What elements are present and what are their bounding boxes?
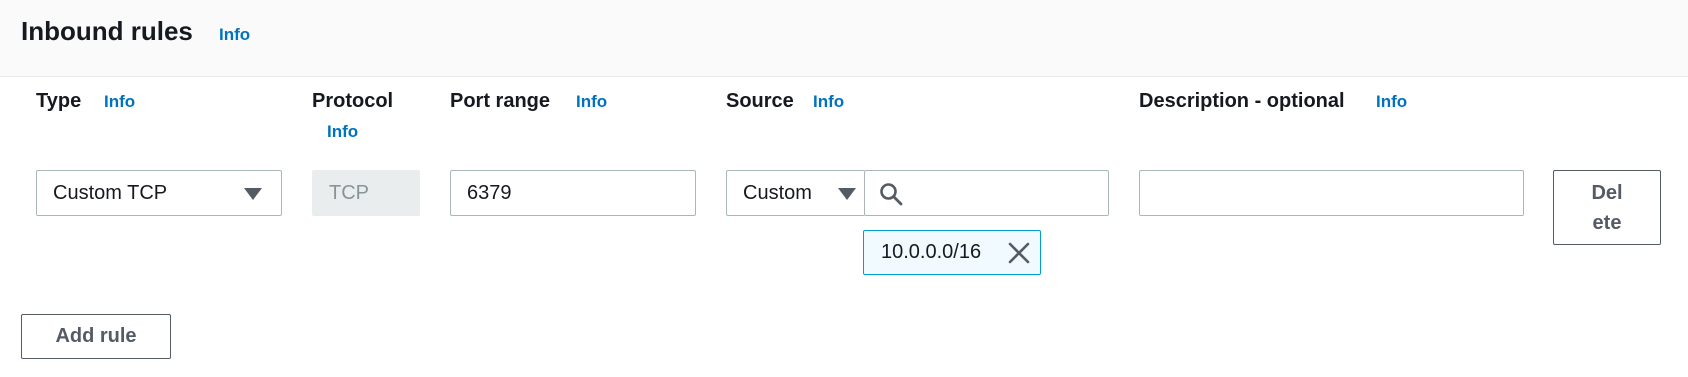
port-range-value: 6379 bbox=[467, 181, 512, 204]
source-search-input[interactable] bbox=[864, 170, 1109, 216]
description-info-link[interactable]: Info bbox=[1376, 92, 1407, 112]
port-range-column-label: Port range bbox=[450, 90, 551, 112]
source-column-label: Source bbox=[726, 90, 794, 112]
caret-down-icon bbox=[838, 188, 856, 200]
type-column-label: Type bbox=[36, 90, 82, 112]
source-token-label: 10.0.0.0/16 bbox=[881, 241, 982, 263]
add-rule-button-label: Add rule bbox=[55, 325, 137, 347]
header-info-link[interactable]: Info bbox=[219, 25, 250, 45]
protocol-field: TCP bbox=[312, 170, 420, 216]
close-icon[interactable] bbox=[1008, 242, 1030, 264]
source-info-link[interactable]: Info bbox=[813, 92, 844, 112]
delete-button-label-line1: Del bbox=[1591, 181, 1623, 204]
delete-button[interactable]: Del ete bbox=[1553, 170, 1661, 245]
source-mode-select[interactable]: Custom bbox=[726, 170, 865, 216]
panel-title: Inbound rules bbox=[21, 16, 193, 46]
delete-button-label-line2: ete bbox=[1592, 211, 1622, 234]
protocol-column-label: Protocol bbox=[312, 90, 394, 112]
type-info-link[interactable]: Info bbox=[104, 92, 135, 112]
port-range-info-link[interactable]: Info bbox=[576, 92, 607, 112]
type-select-value: Custom TCP bbox=[53, 181, 168, 204]
caret-down-icon bbox=[244, 188, 262, 200]
protocol-value: TCP bbox=[329, 181, 369, 204]
source-mode-value: Custom bbox=[743, 181, 812, 204]
description-input[interactable] bbox=[1139, 170, 1524, 216]
source-token: 10.0.0.0/16 bbox=[863, 230, 1041, 275]
description-column-label: Description - optional bbox=[1139, 90, 1345, 112]
search-icon bbox=[879, 182, 903, 206]
type-select[interactable]: Custom TCP bbox=[36, 170, 282, 216]
add-rule-button[interactable]: Add rule bbox=[21, 314, 171, 359]
port-range-input[interactable]: 6379 bbox=[450, 170, 696, 216]
protocol-info-link[interactable]: Info bbox=[327, 122, 358, 142]
panel-header: Inbound rules Info bbox=[0, 0, 1688, 77]
